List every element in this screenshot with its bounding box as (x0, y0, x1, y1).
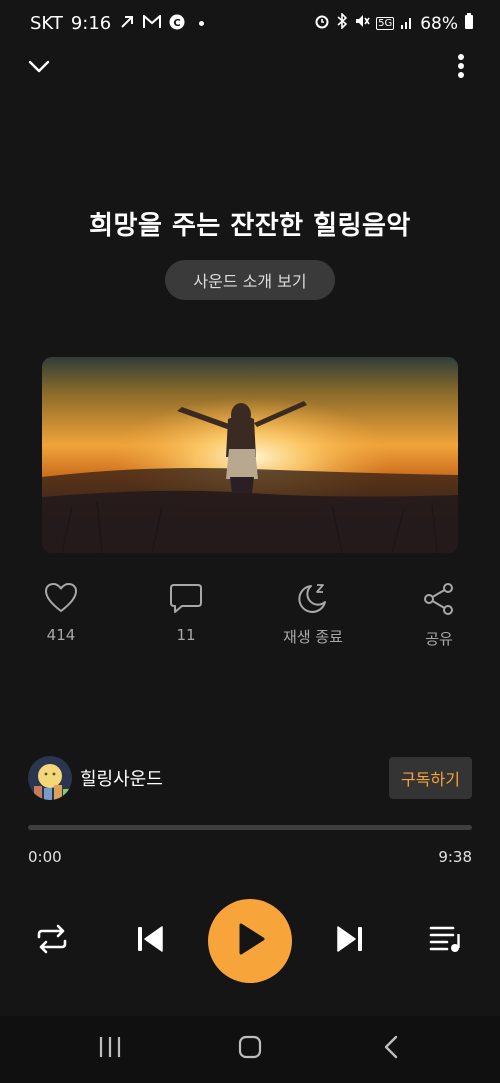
sleep-timer-icon (296, 582, 330, 618)
system-nav-bar (0, 1016, 500, 1083)
comment-count: 11 (176, 626, 196, 644)
more-notifications-dot (199, 21, 205, 26)
subscribe-button[interactable]: 구독하기 (389, 757, 472, 799)
playlist-button[interactable] (420, 915, 472, 967)
clock: 9:16 (70, 13, 112, 34)
back-icon (383, 1035, 399, 1063)
previous-button[interactable] (124, 915, 176, 967)
mute-icon (354, 13, 370, 34)
channel-name[interactable]: 힐링사운드 (80, 765, 163, 791)
progress-bar[interactable] (28, 825, 472, 830)
repeat-icon (35, 923, 69, 959)
svg-text:C: C (174, 18, 181, 29)
battery-percent: 68% (420, 13, 458, 34)
share-icon (422, 582, 456, 620)
current-time: 0:00 (28, 848, 62, 866)
comment-icon (169, 582, 203, 618)
signal-icon (400, 14, 414, 34)
channel-avatar[interactable] (28, 756, 72, 800)
sleep-timer-button[interactable]: 재생 종료 (258, 582, 368, 647)
status-right: 5G 68% (314, 12, 474, 34)
track-title: 희망을 주는 잔잔한 힐링음악 (89, 211, 411, 241)
heart-icon (44, 582, 78, 618)
bluetooth-icon (336, 12, 348, 34)
skip-next-icon (335, 925, 365, 957)
carrier-label: SKT (30, 13, 63, 34)
home-icon (238, 1035, 262, 1063)
more-vertical-icon (457, 53, 465, 83)
play-button[interactable] (208, 899, 292, 983)
c-badge-icon: C (169, 14, 185, 34)
like-count: 414 (46, 626, 76, 644)
play-icon (233, 921, 267, 961)
battery-icon (464, 13, 474, 34)
back-button[interactable] (366, 1024, 416, 1074)
recent-apps-icon (98, 1036, 122, 1062)
home-button[interactable] (225, 1024, 275, 1074)
collapse-button[interactable] (19, 48, 59, 88)
share-button[interactable]: 공유 (384, 582, 494, 649)
playlist-icon (429, 924, 463, 958)
album-artwork (42, 357, 458, 553)
mail-icon (143, 13, 162, 33)
sleep-timer-label: 재생 종료 (283, 628, 343, 646)
network-type: 5G (376, 17, 395, 30)
notification-icon (119, 14, 135, 34)
chevron-down-icon (28, 59, 50, 78)
status-left: SKT 9:16 C (30, 13, 205, 34)
skip-previous-icon (135, 925, 165, 957)
share-label: 공유 (425, 630, 453, 648)
like-button[interactable]: 414 (6, 582, 116, 644)
repeat-button[interactable] (26, 915, 78, 967)
status-bar: SKT 9:16 C 5G 68% (0, 0, 500, 48)
alarm-icon (314, 13, 330, 34)
comment-button[interactable]: 11 (131, 582, 241, 644)
duration: 9:38 (438, 848, 472, 866)
more-options-button[interactable] (441, 48, 481, 88)
sound-intro-button[interactable]: 사운드 소개 보기 (165, 260, 335, 300)
next-button[interactable] (324, 915, 376, 967)
recent-apps-button[interactable] (85, 1024, 135, 1074)
